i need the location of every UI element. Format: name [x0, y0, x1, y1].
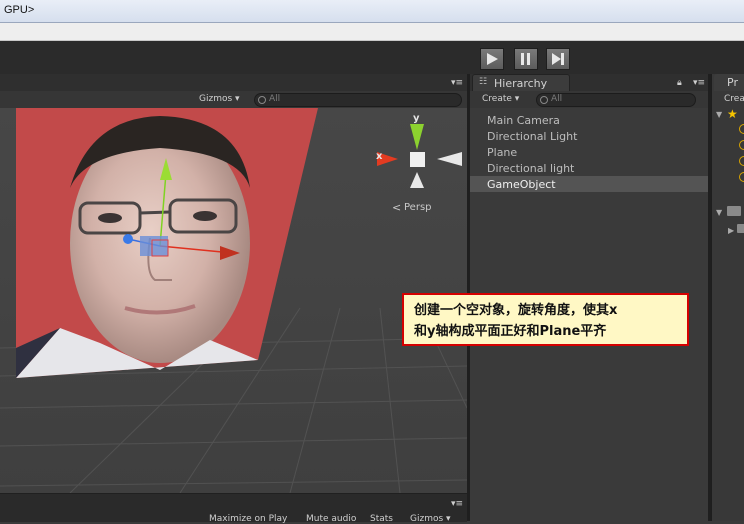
folder-icon: [737, 224, 744, 233]
project-tab-label: Pr: [727, 76, 738, 89]
maximize-on-play-toggle[interactable]: Maximize on Play: [209, 514, 287, 524]
annotation-callout: 创建一个空对象，旋转角度，使其x 和y轴构成平面正好和Plane平齐: [402, 293, 689, 346]
step-button[interactable]: [546, 48, 570, 70]
window-titlebar: GPU>: [0, 0, 744, 23]
mute-audio-toggle[interactable]: Mute audio: [306, 514, 356, 524]
callout-line-1: 创建一个空对象，旋转角度，使其x: [414, 303, 618, 318]
play-button[interactable]: [480, 48, 504, 70]
favorites-star-icon: ★: [727, 107, 738, 121]
play-icon: [487, 53, 498, 65]
game-view-toolbar: ▾≡ Maximize on Play Mute audio Stats Giz…: [0, 493, 467, 524]
search-icon: [540, 96, 548, 104]
axis-y-label: y: [413, 113, 420, 124]
scene-viewport[interactable]: y x < Persp: [0, 108, 467, 493]
persp-label[interactable]: Persp: [404, 202, 432, 213]
callout-line-2: 和y轴构成平面正好和Plane平齐: [414, 324, 607, 339]
scene-canvas: [0, 108, 467, 493]
tab-hierarchy[interactable]: ☷ Hierarchy: [472, 74, 570, 92]
persp-icon: <: [392, 201, 402, 214]
hierarchy-item-main-camera[interactable]: Main Camera: [487, 114, 560, 127]
window-title: GPU>: [4, 4, 35, 16]
hierarchy-item-gameobject[interactable]: GameObject: [487, 178, 556, 191]
project-create-dropdown[interactable]: Crea: [724, 94, 744, 104]
hierarchy-search-input[interactable]: All: [536, 93, 696, 107]
scene-tabbar: ▾≡: [0, 74, 467, 91]
expand-arrow-icon[interactable]: ▼: [716, 110, 722, 119]
stats-toggle[interactable]: Stats: [370, 514, 393, 524]
panel-menu-icon[interactable]: ▾≡: [451, 78, 463, 88]
project-panel: Pr Crea ▼ ★ ▼ ▶: [711, 74, 744, 521]
search-favorite-icon[interactable]: [739, 156, 744, 166]
pause-button[interactable]: [514, 48, 538, 70]
hierarchy-search-placeholder: All: [551, 94, 563, 104]
step-icon: [552, 53, 564, 65]
search-icon: [258, 96, 266, 104]
tab-project[interactable]: Pr: [714, 74, 744, 91]
hierarchy-item-plane[interactable]: Plane: [487, 146, 517, 159]
search-favorite-icon[interactable]: [739, 172, 744, 182]
search-favorite-icon[interactable]: [739, 140, 744, 150]
scene-search-placeholder: All: [269, 94, 281, 104]
game-panel-menu-icon[interactable]: ▾≡: [451, 499, 463, 509]
main-toolbar: [0, 41, 744, 74]
lock-icon[interactable]: 🔒︎: [677, 78, 682, 88]
hierarchy-create-dropdown[interactable]: Create ▾: [482, 94, 519, 104]
hierarchy-toolbar: Create ▾ All: [470, 91, 708, 109]
pause-icon: [521, 53, 530, 65]
menu-strip: [0, 23, 744, 41]
expand-arrow-icon[interactable]: ▼: [716, 208, 722, 217]
hierarchy-tab-label: Hierarchy: [494, 77, 548, 90]
hierarchy-tab-icon: ☷: [479, 77, 488, 87]
hierarchy-item-directional-light-2[interactable]: Directional light: [487, 162, 574, 175]
scene-toolbar: Gizmos ▾ All: [0, 91, 467, 109]
gizmo-z-handle: [123, 234, 133, 244]
scene-search-input[interactable]: All: [254, 93, 462, 107]
expand-arrow-icon[interactable]: ▶: [728, 226, 734, 235]
axis-x-label: x: [376, 151, 383, 162]
gizmo-center: [140, 236, 168, 256]
assets-folder-icon: [727, 206, 741, 216]
search-favorite-icon[interactable]: [739, 124, 744, 134]
game-gizmos-dropdown[interactable]: Gizmos ▾: [410, 514, 451, 524]
hierarchy-item-directional-light[interactable]: Directional Light: [487, 130, 577, 143]
gizmos-dropdown[interactable]: Gizmos ▾: [199, 94, 240, 104]
hierarchy-menu-icon[interactable]: ▾≡: [693, 78, 705, 88]
